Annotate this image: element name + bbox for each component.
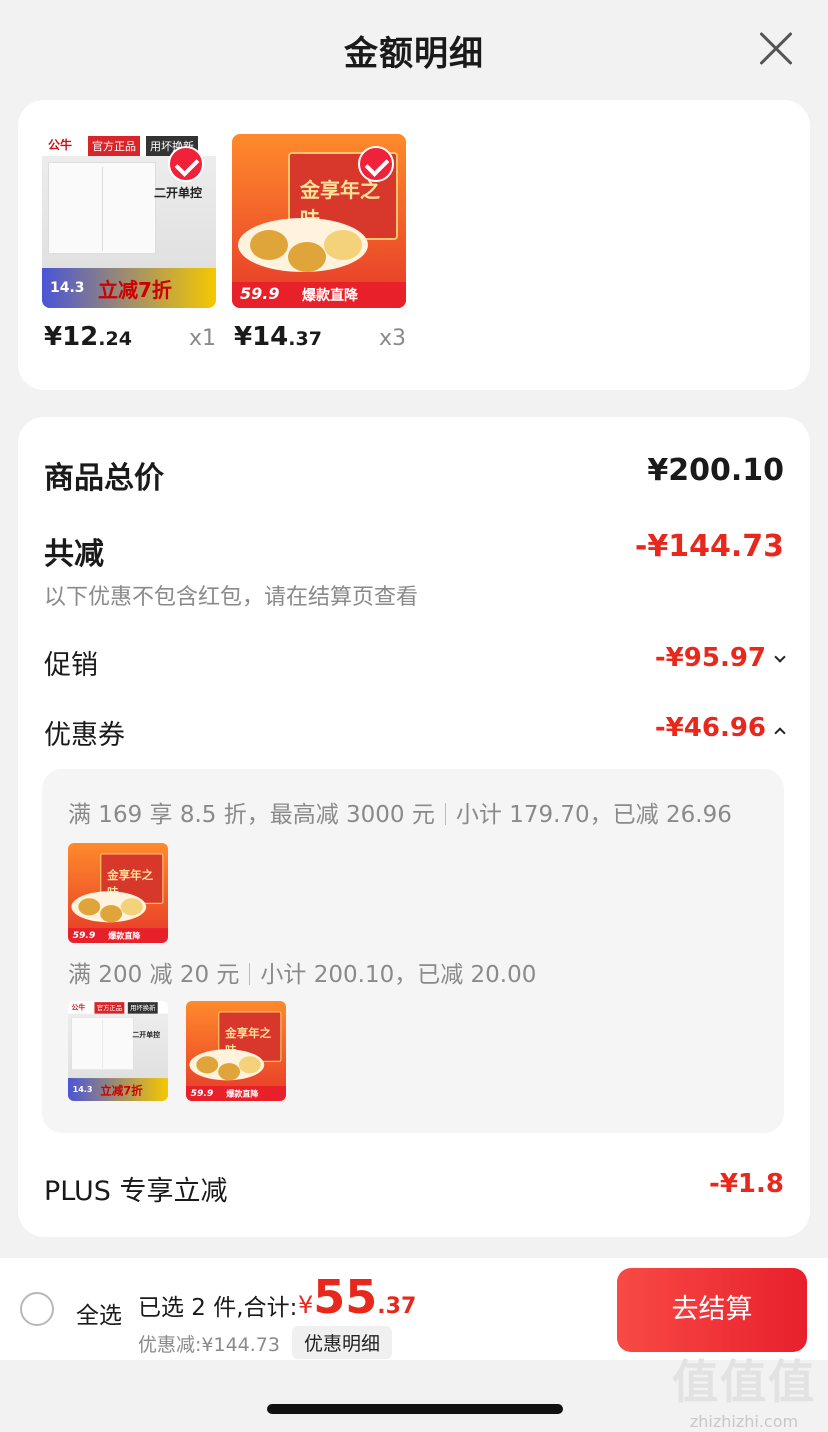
coupon-product-thumb[interactable]: 金享年之味 59.9爆款直降 (186, 1001, 286, 1101)
product-image[interactable]: 金享年之味 59.9爆款直降 (232, 134, 406, 308)
sheet-header: 金额明细 (0, 0, 828, 100)
chevron-down-icon[interactable] (774, 651, 786, 663)
total-reduced-value: -¥144.73 (634, 529, 784, 564)
selected-products-card: 公牛 官方正品 用坏换新 二开单控 14.3 立减7折 ¥12.24 x1 金享年… (18, 100, 810, 390)
discount-detail-button[interactable]: 优惠明细 (292, 1326, 393, 1359)
select-all-label[interactable]: 全选 (76, 1296, 122, 1330)
page-title: 金额明细 (344, 34, 484, 74)
product-price: ¥12.24 (44, 322, 132, 352)
product-quantity: x3 (378, 326, 406, 351)
watermark-logo: 值值值 zhizhizhi.com (672, 1355, 816, 1431)
total-price-label: 商品总价 (44, 461, 164, 496)
check-icon[interactable] (358, 146, 394, 182)
close-icon[interactable] (758, 30, 794, 66)
home-indicator (267, 1404, 563, 1414)
coupon-rule: 满 169 享 8.5 折，最高减 3000 元小计 179.70，已减 26.… (68, 802, 732, 828)
checkout-button[interactable]: 去结算 (617, 1268, 807, 1352)
selected-count: 已选 2 件,合计: (138, 1295, 298, 1321)
check-icon[interactable] (168, 146, 204, 182)
plus-discount-value: -¥1.8 (709, 1169, 784, 1199)
total-amount: ¥55.37 (298, 1270, 417, 1324)
promotion-value: -¥95.97 (654, 643, 766, 673)
coupon-rule: 满 200 减 20 元小计 200.10，已减 20.00 (68, 962, 537, 988)
amount-summary-card: 商品总价 ¥200.10 共减 -¥144.73 以下优惠不包含红包，请在结算页… (18, 417, 810, 1237)
discount-amount: 优惠减:¥144.73 (138, 1334, 280, 1356)
product-price: ¥14.37 (234, 322, 322, 352)
reduced-hint: 以下优惠不包含红包，请在结算页查看 (44, 585, 419, 610)
product-item[interactable]: 公牛 官方正品 用坏换新 二开单控 14.3 立减7折 ¥12.24 x1 (42, 134, 216, 352)
product-item[interactable]: 金享年之味 59.9爆款直降 ¥14.37 x3 (232, 134, 406, 352)
promotion-label: 促销 (44, 650, 98, 681)
chevron-up-icon[interactable] (774, 727, 786, 739)
checkout-bar: 全选 已选 2 件,合计: ¥55.37 优惠减:¥144.73 优惠明细 去结… (0, 1258, 828, 1360)
product-image[interactable]: 公牛 官方正品 用坏换新 二开单控 14.3 立减7折 (42, 134, 216, 308)
select-all-radio-icon[interactable] (20, 1292, 54, 1326)
total-price-value: ¥200.10 (647, 453, 784, 488)
product-quantity: x1 (188, 326, 216, 351)
coupon-product-thumb[interactable]: 公牛 官方正品 用坏换新 二开单控 14.3 立减7折 (68, 1001, 168, 1101)
coupon-detail-panel: 满 169 享 8.5 折，最高减 3000 元小计 179.70，已减 26.… (42, 769, 784, 1133)
coupon-product-thumb[interactable]: 金享年之味 59.9爆款直降 (68, 843, 168, 943)
total-reduced-label: 共减 (44, 537, 104, 572)
plus-discount-label: PLUS 专享立减 (44, 1176, 228, 1207)
coupon-value: -¥46.96 (654, 713, 766, 743)
coupon-label: 优惠券 (44, 720, 125, 751)
